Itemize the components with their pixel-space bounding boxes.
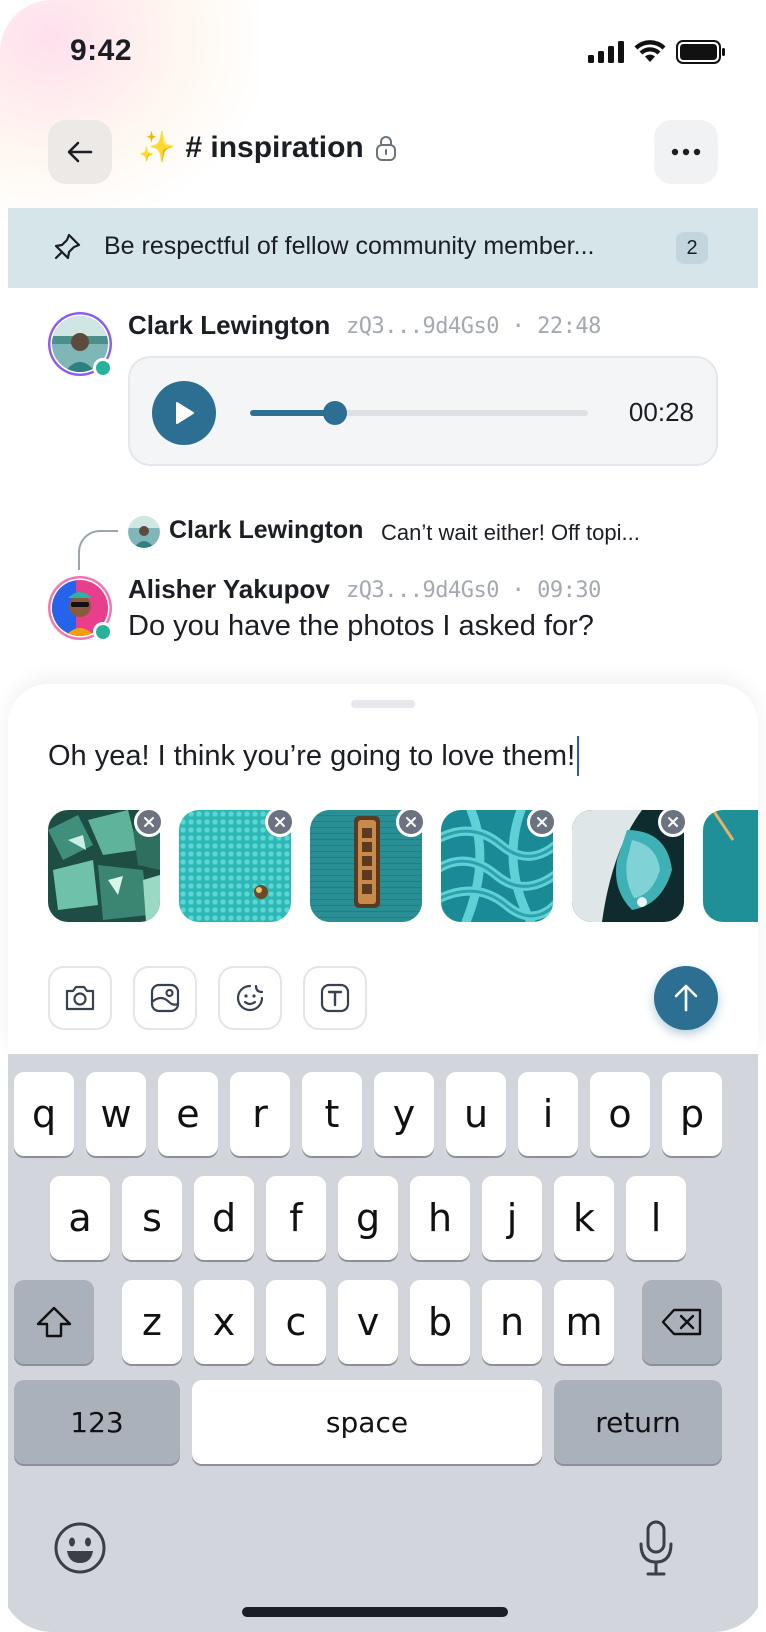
status-bar: 9:42 (0, 0, 766, 100)
online-indicator (93, 622, 113, 642)
battery-icon (676, 40, 725, 64)
key[interactable]: x (194, 1280, 254, 1364)
pinned-count-badge: 2 (676, 232, 708, 264)
dictation-key[interactable] (636, 1518, 676, 1578)
phone-screen: 9:42 ✨ # inspiration Be respectful of fe… (0, 0, 766, 1632)
text-caret (577, 736, 580, 776)
status-time: 9:42 (70, 34, 133, 67)
close-icon (668, 817, 678, 827)
key[interactable]: v (338, 1280, 398, 1364)
key[interactable]: h (410, 1176, 470, 1260)
key[interactable]: e (158, 1072, 218, 1156)
audio-progress-fill (250, 410, 335, 416)
numbers-key[interactable]: 123 (14, 1380, 180, 1464)
return-key[interactable]: return (554, 1380, 722, 1464)
sticker-button[interactable] (218, 966, 282, 1030)
text-format-icon (320, 983, 350, 1013)
key[interactable]: p (662, 1072, 722, 1156)
more-icon (671, 148, 701, 156)
wifi-icon (634, 40, 666, 62)
composer-sheet: Oh yea! I think you’re going to love the… (8, 684, 758, 1054)
author-name[interactable]: Clark Lewington (128, 310, 330, 341)
audio-duration: 00:28 (628, 397, 694, 427)
more-options-button[interactable] (654, 120, 718, 184)
key[interactable]: s (122, 1176, 182, 1260)
arrow-up-icon (674, 984, 698, 1012)
back-button[interactable] (48, 120, 112, 184)
key[interactable]: o (590, 1072, 650, 1156)
message-meta: zQ3...9d4Gs0 · 22:48 (346, 314, 601, 339)
attachment-image (703, 810, 758, 922)
signal-icon (588, 41, 624, 63)
microphone-icon (639, 1520, 673, 1576)
key[interactable]: g (338, 1176, 398, 1260)
sparkles-icon: ✨ (138, 131, 176, 164)
pinned-text: Be respectful of fellow community member… (104, 232, 595, 260)
close-icon (275, 817, 285, 827)
key[interactable]: z (122, 1280, 182, 1364)
play-button[interactable] (152, 381, 216, 445)
audio-message: 00:28 (128, 356, 718, 466)
shift-icon (36, 1306, 72, 1338)
home-indicator (242, 1607, 508, 1617)
key[interactable]: k (554, 1176, 614, 1260)
sticker-icon (236, 984, 264, 1012)
reply-avatar (128, 516, 160, 548)
shift-key[interactable] (14, 1280, 94, 1364)
online-indicator (93, 358, 113, 378)
message-input-text: Oh yea! I think you’re going to love the… (48, 739, 576, 772)
reply-connector (78, 530, 118, 570)
key[interactable]: q (14, 1072, 74, 1156)
key[interactable]: a (50, 1176, 110, 1260)
key[interactable]: i (518, 1072, 578, 1156)
audio-scrubber-knob[interactable] (322, 401, 347, 425)
text-format-button[interactable] (303, 966, 367, 1030)
key[interactable]: u (446, 1072, 506, 1156)
reply-author[interactable]: Clark Lewington (169, 516, 363, 545)
key[interactable]: l (626, 1176, 686, 1260)
attachment-thumbnail[interactable] (703, 810, 758, 922)
emoji-key[interactable] (52, 1520, 108, 1576)
lock-icon (375, 135, 396, 161)
message-meta: zQ3...9d4Gs0 · 09:30 (346, 578, 601, 603)
arrow-left-icon (67, 141, 93, 163)
image-icon (150, 983, 180, 1013)
key[interactable]: n (482, 1280, 542, 1364)
channel-title[interactable]: ✨ # inspiration (138, 130, 398, 165)
close-icon (537, 817, 547, 827)
close-icon (144, 817, 154, 827)
send-button[interactable] (654, 966, 718, 1030)
sheet-grabber[interactable] (351, 700, 415, 708)
message-input[interactable]: Oh yea! I think you’re going to love the… (48, 736, 580, 776)
keyboard: q w e r t y u i o p a s d f g h j k l z … (8, 1054, 758, 1632)
pinned-message-banner[interactable]: Be respectful of fellow community member… (8, 208, 758, 288)
pin-icon (54, 233, 81, 260)
key[interactable]: m (554, 1280, 614, 1364)
camera-icon (65, 985, 95, 1011)
backspace-icon (661, 1308, 702, 1336)
key[interactable]: b (410, 1280, 470, 1364)
key[interactable]: w (86, 1072, 146, 1156)
reply-preview-text[interactable]: Can’t wait either! Off topi... (381, 520, 640, 546)
key[interactable]: d (194, 1176, 254, 1260)
key[interactable]: j (482, 1176, 542, 1260)
key[interactable]: f (266, 1176, 326, 1260)
space-key[interactable]: space (192, 1380, 542, 1464)
attachment-strip[interactable] (48, 810, 758, 924)
close-icon (406, 817, 416, 827)
camera-button[interactable] (48, 966, 112, 1030)
delete-key[interactable] (642, 1280, 722, 1364)
key[interactable]: y (374, 1072, 434, 1156)
gallery-button[interactable] (133, 966, 197, 1030)
audio-progress-track[interactable] (250, 401, 588, 425)
author-name[interactable]: Alisher Yakupov (128, 574, 330, 605)
channel-name: # inspiration (185, 130, 364, 164)
message-text: Do you have the photos I asked for? (128, 610, 594, 642)
channel-header: ✨ # inspiration (0, 118, 766, 188)
key[interactable]: c (266, 1280, 326, 1364)
key[interactable]: t (302, 1072, 362, 1156)
emoji-icon (54, 1522, 106, 1574)
key[interactable]: r (230, 1072, 290, 1156)
play-icon (176, 402, 194, 424)
